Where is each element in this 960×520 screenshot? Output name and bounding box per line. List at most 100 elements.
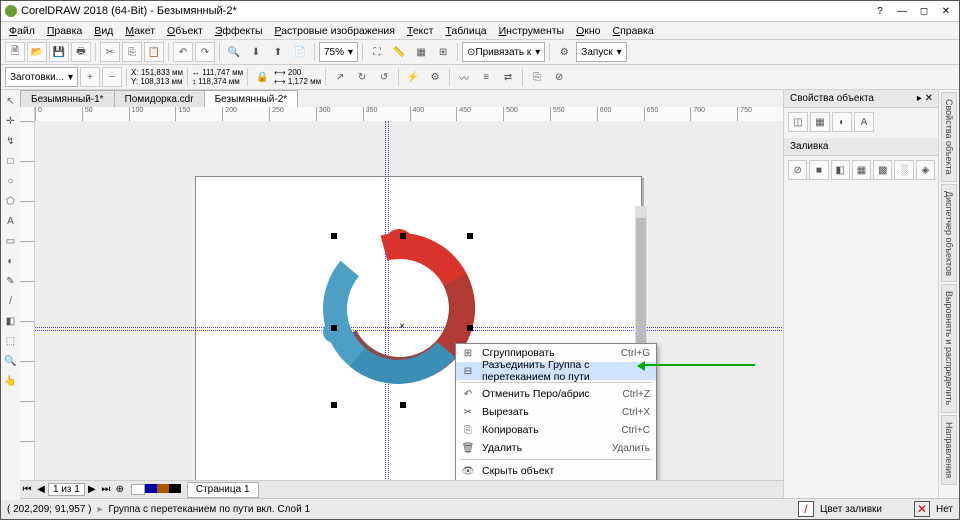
- transp-tab[interactable]: ◐: [832, 112, 852, 132]
- ruler-horizontal[interactable]: 0501001502002503003504004505005506006507…: [35, 107, 784, 122]
- context-menu-item[interactable]: 🗑УдалитьУдалить: [456, 439, 656, 457]
- cut-button[interactable]: ✂: [100, 42, 120, 62]
- cw-blend-button[interactable]: ↻: [352, 67, 372, 87]
- menu-item[interactable]: Вид: [90, 25, 117, 37]
- menu-item[interactable]: Объект: [163, 25, 207, 37]
- char-tab[interactable]: A: [854, 112, 874, 132]
- docker-tab[interactable]: Диспетчер объектов: [941, 184, 957, 283]
- texture-fill-button[interactable]: ░: [894, 160, 913, 180]
- menu-item[interactable]: Эффекты: [211, 25, 267, 37]
- no-fill-button[interactable]: ⊘: [788, 160, 807, 180]
- document-tab[interactable]: Безымянный-2*: [204, 90, 299, 107]
- fill-swatch[interactable]: /: [798, 501, 814, 517]
- tool-button[interactable]: ⬚: [2, 332, 20, 350]
- clear-blend-button[interactable]: ⊘: [549, 67, 569, 87]
- export-button[interactable]: ⬆: [268, 42, 288, 62]
- open-button[interactable]: 📂: [27, 42, 47, 62]
- outline-tab[interactable]: ◫: [788, 112, 808, 132]
- tool-button[interactable]: ◐: [2, 252, 20, 270]
- lock-ratio-button[interactable]: 🔒: [252, 67, 272, 87]
- canvas[interactable]: × ⊞СгруппироватьCtrl+G⊟Разъединить Групп…: [35, 121, 784, 481]
- ruler-vertical[interactable]: [20, 121, 35, 481]
- more-options-button[interactable]: ≡: [476, 67, 496, 87]
- menu-item[interactable]: Таблица: [441, 25, 490, 37]
- menu-item[interactable]: Растровые изображения: [271, 25, 399, 37]
- page-prev-button[interactable]: ◀: [34, 484, 48, 495]
- direct-blend-button[interactable]: ↗: [330, 67, 350, 87]
- accel-button[interactable]: ⚡: [403, 67, 423, 87]
- tool-button[interactable]: ⬠: [2, 192, 20, 210]
- ccw-blend-button[interactable]: ↺: [374, 67, 394, 87]
- tool-button[interactable]: ✎: [2, 272, 20, 290]
- copy-button[interactable]: ⎘: [122, 42, 142, 62]
- menu-item[interactable]: Окно: [572, 25, 604, 37]
- menu-item[interactable]: Макет: [121, 25, 159, 37]
- minimize-button[interactable]: —: [893, 6, 911, 17]
- context-menu-item[interactable]: ⎘КопироватьCtrl+C: [456, 421, 656, 439]
- import-button[interactable]: ⬇: [246, 42, 266, 62]
- fill-tab[interactable]: ▦: [810, 112, 830, 132]
- grid-button[interactable]: ▦: [411, 42, 431, 62]
- ruler-origin[interactable]: [20, 107, 35, 122]
- tool-button[interactable]: □: [2, 152, 20, 170]
- paste-button[interactable]: 📋: [144, 42, 164, 62]
- menu-item[interactable]: Правка: [43, 25, 86, 37]
- docker-tab[interactable]: Направления: [941, 415, 957, 485]
- fullscreen-button[interactable]: ⛶: [367, 42, 387, 62]
- docker-tab[interactable]: Выровнять и распределить: [941, 284, 957, 412]
- tool-button[interactable]: /: [2, 292, 20, 310]
- page-next-button[interactable]: ▶: [85, 484, 99, 495]
- print-button[interactable]: 🖶: [71, 42, 91, 62]
- uniform-fill-button[interactable]: ■: [809, 160, 828, 180]
- publish-button[interactable]: 📄: [290, 42, 310, 62]
- tool-button[interactable]: A: [2, 212, 20, 230]
- save-button[interactable]: 💾: [49, 42, 69, 62]
- help-button[interactable]: ?: [871, 6, 889, 17]
- tool-button[interactable]: ▭: [2, 232, 20, 250]
- tool-button[interactable]: ↖: [2, 92, 20, 110]
- context-menu-item[interactable]: ✂ВырезатьCtrl+X: [456, 403, 656, 421]
- snap-combo[interactable]: ⊙ Привязать к ▾: [462, 42, 545, 62]
- new-button[interactable]: 🗎: [5, 42, 25, 62]
- tool-button[interactable]: ○: [2, 172, 20, 190]
- object-props-header[interactable]: Свойства объекта▸ ✕: [784, 90, 939, 108]
- pattern-fill-button[interactable]: ▦: [852, 160, 871, 180]
- tool-button[interactable]: 👆: [2, 372, 20, 390]
- zoom-combo[interactable]: 75%▾: [319, 42, 358, 62]
- menu-item[interactable]: Файл: [5, 25, 39, 37]
- start-end-button[interactable]: ⇄: [498, 67, 518, 87]
- tool-button[interactable]: ↯: [2, 132, 20, 150]
- pattern2-fill-button[interactable]: ▩: [873, 160, 892, 180]
- tool-button[interactable]: 🔍: [2, 352, 20, 370]
- fountain-fill-button[interactable]: ◧: [831, 160, 850, 180]
- preset-del-button[interactable]: −: [102, 67, 122, 87]
- document-tab[interactable]: Безымянный-1*: [20, 90, 115, 107]
- maximize-button[interactable]: ◻: [915, 6, 933, 17]
- docker-tab[interactable]: Свойства объекта: [941, 92, 957, 182]
- document-tab[interactable]: Помидорка.cdr: [114, 90, 205, 107]
- undo-button[interactable]: ↶: [173, 42, 193, 62]
- presets-combo[interactable]: Заготовки...▾: [5, 67, 78, 87]
- page-last-button[interactable]: ⏭: [99, 484, 113, 495]
- search-button[interactable]: 🔍: [224, 42, 244, 62]
- options-button[interactable]: ⚙: [554, 42, 574, 62]
- context-menu-item[interactable]: ↶Отменить Перо/абрисCtrl+Z: [456, 385, 656, 403]
- rulers-button[interactable]: 📏: [389, 42, 409, 62]
- copy-blend-button[interactable]: ⎘: [527, 67, 547, 87]
- page-tab[interactable]: Страница 1: [187, 482, 259, 498]
- context-menu-item[interactable]: 👁Скрыть объект: [456, 462, 656, 480]
- context-menu-item[interactable]: ⊟Разъединить Группа с перетеканием по пу…: [456, 362, 656, 380]
- outline-swatch[interactable]: ✕: [914, 501, 930, 517]
- menu-item[interactable]: Текст: [403, 25, 437, 37]
- path-props-button[interactable]: 〰: [454, 67, 474, 87]
- close-button[interactable]: ✕: [937, 6, 955, 17]
- page-first-button[interactable]: ⏮: [20, 484, 34, 495]
- guides-button[interactable]: ⊞: [433, 42, 453, 62]
- blend-options-button[interactable]: ⚙: [425, 67, 445, 87]
- redo-button[interactable]: ↷: [195, 42, 215, 62]
- postscript-fill-button[interactable]: ◈: [916, 160, 935, 180]
- page-add-button[interactable]: ⊕: [113, 484, 127, 495]
- tool-button[interactable]: ◧: [2, 312, 20, 330]
- menu-item[interactable]: Инструменты: [495, 25, 568, 37]
- preset-add-button[interactable]: +: [80, 67, 100, 87]
